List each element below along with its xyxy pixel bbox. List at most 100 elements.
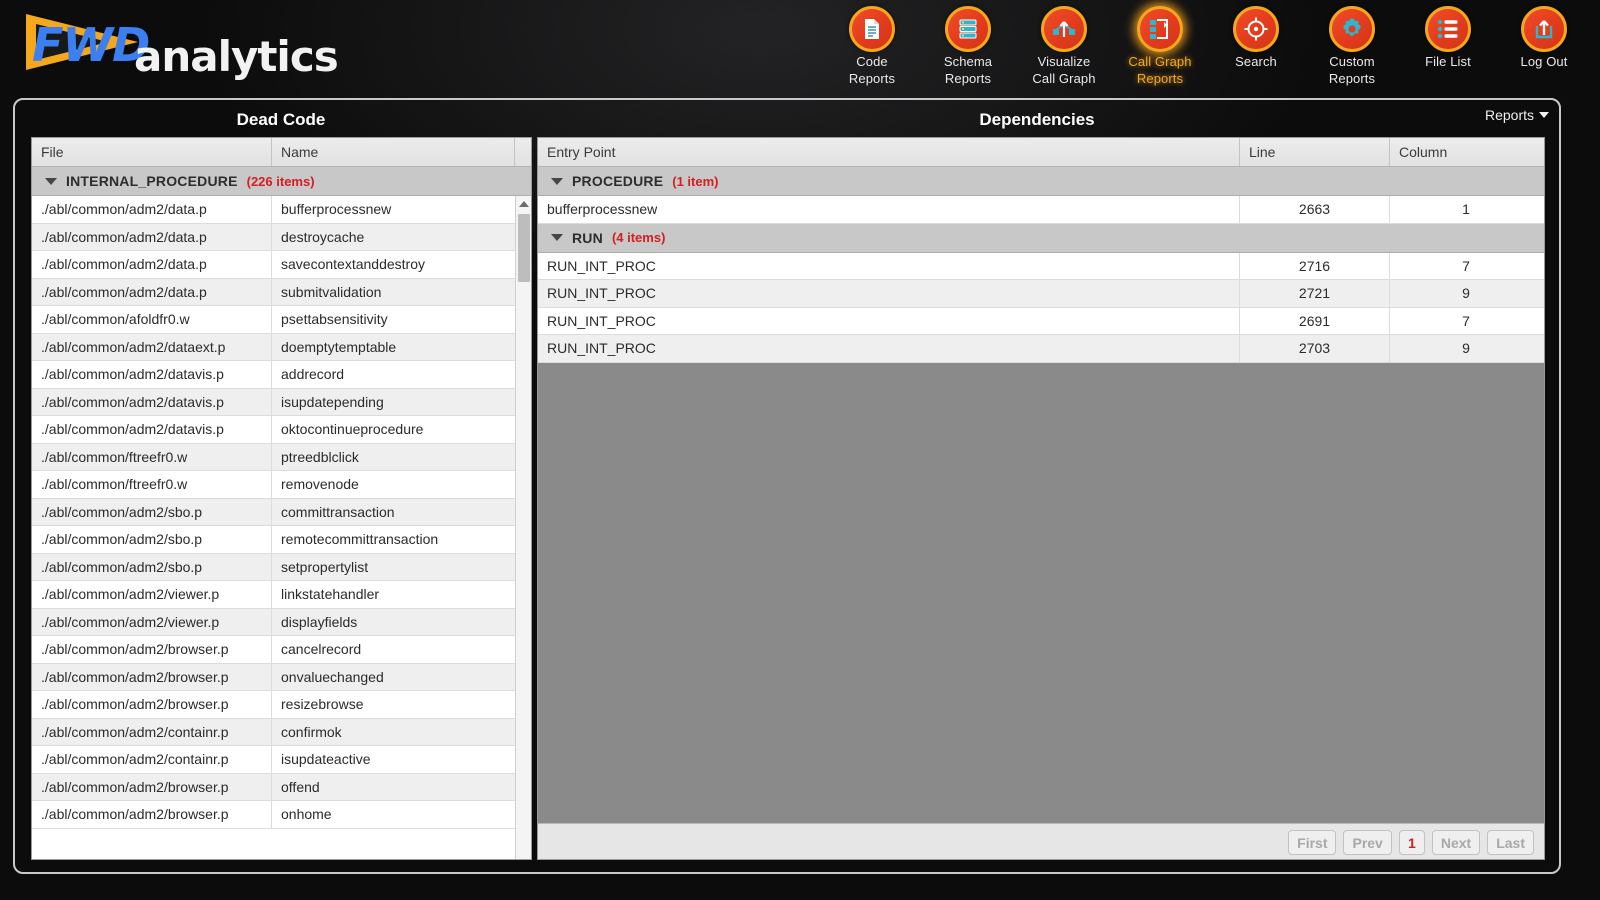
table-row[interactable]: ./abl/common/adm2/sbo.p setpropertylist — [32, 553, 531, 581]
nav-item-call-graph-reports[interactable]: Call Graph Reports — [1112, 6, 1208, 86]
group-row-procedure[interactable]: PROCEDURE (1 item) — [538, 167, 1544, 196]
cell-name: ptreedblclick — [281, 448, 359, 465]
cell-file: ./abl/common/adm2/data.p — [32, 196, 272, 223]
table-row[interactable]: ./abl/common/adm2/viewer.p linkstatehandl… — [32, 581, 531, 609]
chevron-down-icon[interactable] — [551, 234, 563, 241]
reports-dropdown[interactable]: Reports — [1485, 107, 1549, 123]
nav-label-line2: Reports — [944, 71, 992, 86]
table-row[interactable]: ./abl/common/adm2/containr.p confirmok — [32, 718, 531, 746]
top-bar: FWD analytics Code Reports Schema Report… — [0, 0, 1600, 97]
brand-logo[interactable]: FWD analytics — [16, 4, 339, 86]
cell-column: 9 — [1462, 285, 1470, 302]
pager-next-button[interactable]: Next — [1431, 830, 1481, 855]
table-row[interactable]: ./abl/common/adm2/datavis.p addrecord — [32, 361, 531, 389]
cell-name: submitvalidation — [281, 283, 382, 300]
nav-label-line1: Search — [1235, 54, 1277, 69]
chevron-down-icon[interactable] — [45, 177, 57, 185]
cell-file: ./abl/common/adm2/data.p — [32, 251, 272, 278]
cell-file: ./abl/common/adm2/sbo.p — [32, 526, 272, 553]
table-row[interactable]: ./abl/common/adm2/data.p submitvalidation — [32, 278, 531, 306]
cell-name: confirmok — [281, 723, 342, 740]
nav-item-custom-reports[interactable]: Custom Reports — [1304, 6, 1400, 86]
nav-label-line1: Schema — [943, 54, 993, 69]
brand-mark: FWD — [32, 18, 150, 72]
cell-file: ./abl/common/adm2/sbo.p — [32, 553, 272, 580]
group-label: INTERNAL_PROCEDURE — [66, 173, 238, 189]
cell-column: 1 — [1462, 201, 1470, 218]
main-nav: Code Reports Schema Reports Visualize Ca… — [824, 6, 1592, 86]
table-row[interactable]: ./abl/common/adm2/datavis.p oktocontinuep… — [32, 416, 531, 444]
table-row[interactable]: ./abl/common/adm2/data.p savecontextandde… — [32, 251, 531, 279]
cell-file: ./abl/common/adm2/sbo.p — [32, 498, 272, 525]
nav-label-line1: Visualize — [1037, 54, 1091, 69]
group-row-internal-procedure[interactable]: INTERNAL_PROCEDURE (226 items) — [32, 167, 531, 196]
scroll-up-icon[interactable] — [516, 196, 531, 212]
table-row[interactable]: ./abl/common/adm2/browser.p onvaluechange… — [32, 663, 531, 691]
cell-file: ./abl/common/ftreefr0.w — [32, 471, 272, 498]
cell-name: doemptytemptable — [281, 338, 397, 355]
table-row[interactable]: ./abl/common/adm2/browser.p onhome — [32, 801, 531, 829]
group-row-run[interactable]: RUN (4 items) — [538, 223, 1544, 253]
cell-entry-point: RUN_INT_PROC — [538, 335, 1240, 362]
cell-line: 2716 — [1240, 252, 1390, 279]
dependencies-body: PROCEDURE (1 item) bufferprocessnew 2663 1 RU… — [538, 167, 1544, 859]
table-row[interactable]: ./abl/common/adm2/data.p bufferprocessnew — [32, 196, 531, 224]
cell-file: ./abl/common/adm2/browser.p — [32, 636, 272, 663]
table-row[interactable]: ./abl/common/adm2/data.p destroycache — [32, 223, 531, 251]
cell-entry-point: bufferprocessnew — [538, 196, 1240, 223]
table-row[interactable]: RUN_INT_PROC 2703 9 — [538, 335, 1544, 363]
pager-last-button[interactable]: Last — [1487, 830, 1534, 855]
chevron-down-icon[interactable] — [551, 177, 563, 185]
table-row[interactable]: bufferprocessnew 2663 1 — [538, 196, 1544, 224]
group-label: RUN — [572, 229, 603, 246]
nav-item-visualize-call-graph[interactable]: Visualize Call Graph — [1016, 6, 1112, 86]
group-label: PROCEDURE — [572, 173, 664, 189]
content-frame: Reports Dead Code Dependencies File Name… — [13, 98, 1561, 874]
pager-current-page[interactable]: 1 — [1398, 830, 1425, 855]
nav-item-schema-reports[interactable]: Schema Reports — [920, 6, 1016, 86]
table-row[interactable]: ./abl/common/adm2/dataext.p doemptytempta… — [32, 333, 531, 361]
group-count: (4 items) — [611, 230, 666, 245]
nav-item-file-list[interactable]: File List — [1400, 6, 1496, 72]
table-row[interactable]: ./abl/common/adm2/viewer.p displayfields — [32, 608, 531, 636]
reports-dropdown-label: Reports — [1484, 107, 1534, 123]
dead-code-grid: File Name INTERNAL_PROCEDURE (226 items)… — [31, 137, 532, 860]
table-row[interactable]: RUN_INT_PROC 2716 7 — [538, 252, 1544, 280]
nav-label-line1: Code — [856, 54, 888, 69]
table-row[interactable]: RUN_INT_PROC 2691 7 — [538, 307, 1544, 335]
dead-code-scrollbar[interactable] — [515, 196, 531, 859]
column-header-column[interactable]: Column — [1390, 138, 1542, 166]
nav-item-code-reports[interactable]: Code Reports — [824, 6, 920, 86]
scrollbar-thumb[interactable] — [518, 214, 530, 282]
dead-code-rows: ./abl/common/adm2/data.p bufferprocessnew… — [32, 196, 531, 829]
pager-prev-button[interactable]: Prev — [1343, 830, 1392, 855]
table-row[interactable]: ./abl/common/adm2/browser.p offend — [32, 773, 531, 801]
table-row[interactable]: ./abl/common/ftreefr0.w ptreedblclick — [32, 443, 531, 471]
logout-icon — [1521, 6, 1567, 52]
table-row[interactable]: ./abl/common/adm2/datavis.p isupdatependi… — [32, 388, 531, 416]
table-row[interactable]: RUN_INT_PROC 2721 9 — [538, 280, 1544, 308]
cell-name: setpropertylist — [281, 558, 369, 575]
cell-file: ./abl/common/adm2/datavis.p — [32, 416, 272, 443]
nav-label-line2: Reports — [848, 71, 896, 86]
table-row[interactable]: ./abl/common/adm2/sbo.p remotecommittrans… — [32, 526, 531, 554]
table-row[interactable]: ./abl/common/adm2/browser.p resizebrowse — [32, 691, 531, 719]
column-header-line[interactable]: Line — [1240, 138, 1390, 166]
pager-first-button[interactable]: First — [1288, 830, 1337, 855]
table-row[interactable]: ./abl/common/adm2/sbo.p committransaction — [32, 498, 531, 526]
nav-item-search[interactable]: Search — [1208, 6, 1304, 72]
database-icon — [945, 6, 991, 52]
column-header-file[interactable]: File — [32, 138, 272, 166]
cell-name: cancelrecord — [281, 641, 362, 658]
nav-label-line1: Custom — [1329, 54, 1375, 69]
table-row[interactable]: ./abl/common/adm2/containr.p isupdateacti… — [32, 746, 531, 774]
nav-item-log-out[interactable]: Log Out — [1496, 6, 1592, 72]
cell-file: ./abl/common/adm2/containr.p — [32, 718, 272, 745]
dependencies-header-row: Entry Point Line Column — [538, 138, 1544, 167]
table-row[interactable]: ./abl/common/ftreefr0.w removenode — [32, 471, 531, 499]
cell-file: ./abl/common/adm2/datavis.p — [32, 361, 272, 388]
column-header-name[interactable]: Name — [272, 138, 515, 166]
table-row[interactable]: ./abl/common/adm2/browser.p cancelrecord — [32, 636, 531, 664]
table-row[interactable]: ./abl/common/afoldfr0.w psettabsensitivit… — [32, 306, 531, 334]
column-header-entry-point[interactable]: Entry Point — [538, 138, 1240, 166]
